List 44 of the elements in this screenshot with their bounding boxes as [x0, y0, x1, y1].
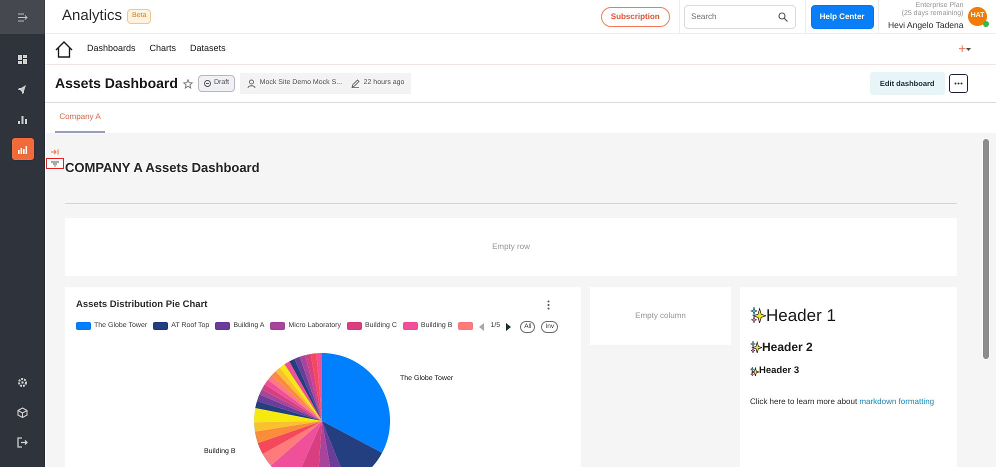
- star-icon[interactable]: [182, 78, 193, 88]
- dashboard-title: Assets Dashboard: [55, 74, 178, 93]
- dashboard-icon: [17, 54, 28, 64]
- nav-link[interactable]: Dashboards: [87, 42, 136, 56]
- dashboard-heading: COMPANY A Assets Dashboard: [65, 159, 261, 177]
- caret-icon[interactable]: [966, 47, 971, 51]
- sidebar-item[interactable]: [12, 138, 34, 160]
- next-page-icon[interactable]: [506, 322, 512, 331]
- markdown-link[interactable]: markdown formatting: [859, 397, 934, 406]
- nav-link[interactable]: Charts: [150, 42, 176, 56]
- placeholder-text: Empty row: [492, 240, 530, 252]
- user-name: Hevi Angelo Tadena: [888, 18, 964, 32]
- app-title: Analytics: [62, 6, 122, 26]
- sparkles-icon: [750, 341, 762, 353]
- expand-icon[interactable]: [51, 149, 59, 155]
- markdown-header: Header 3: [759, 364, 800, 378]
- markdown-header: Header 2: [762, 339, 813, 356]
- user-icon: [246, 79, 256, 88]
- kebab-menu-icon[interactable]: [547, 300, 550, 310]
- help-center-button[interactable]: Help Center: [810, 4, 874, 28]
- logout-icon: [17, 436, 28, 448]
- analytics-icon: [17, 144, 28, 154]
- menu-icon[interactable]: [17, 12, 28, 22]
- markdown-paragraph: Click here to learn more about markdown formatting: [750, 396, 936, 408]
- search-field[interactable]: Search: [684, 4, 796, 28]
- placeholder-text: Empty column: [635, 310, 686, 322]
- home-icon[interactable]: [55, 40, 73, 58]
- scrollbar-thumb[interactable]: [983, 139, 989, 359]
- markdown-header: Header 1: [766, 304, 836, 326]
- cube-icon: [17, 406, 28, 418]
- more-icon: [954, 82, 963, 85]
- settings-icon: [17, 376, 28, 388]
- chart-title: Assets Distribution Pie Chart: [76, 298, 208, 312]
- rocket-icon: [17, 84, 28, 94]
- search-icon: [778, 12, 788, 22]
- sparkles-icon: [750, 366, 759, 376]
- filter-button[interactable]: [46, 158, 64, 169]
- sparkles-icon: [750, 307, 766, 324]
- nav-link[interactable]: Datasets: [190, 42, 226, 56]
- pencil-icon: [350, 79, 360, 88]
- more-button[interactable]: [949, 74, 968, 93]
- legend-swatch[interactable]: [458, 321, 474, 332]
- bar-chart-icon: [17, 114, 28, 124]
- filter-icon: [51, 160, 59, 166]
